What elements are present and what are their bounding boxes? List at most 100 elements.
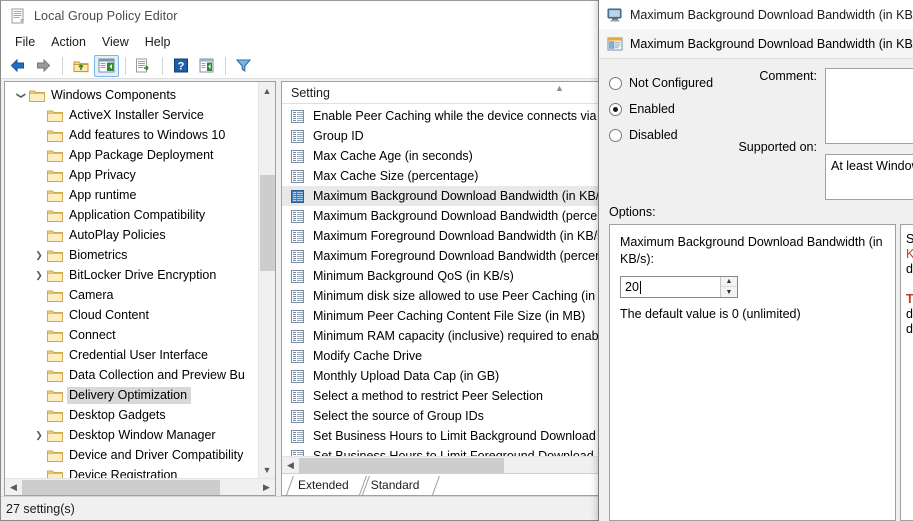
settings-list-row-label: Max Cache Age (in seconds) (313, 149, 473, 163)
tree-item[interactable]: ❯ Desktop Window Manager (5, 425, 258, 445)
tree-item[interactable]: Desktop Gadgets (5, 405, 258, 425)
tree-item[interactable]: ❯ Biometrics (5, 245, 258, 265)
settings-list-row-label: Maximum Background Download Bandwidth (p… (313, 209, 633, 223)
tree-item[interactable]: ❯ BitLocker Drive Encryption (5, 265, 258, 285)
tree-horizontal-scrollbar[interactable]: ◀ ▶ (5, 478, 275, 495)
comment-textarea[interactable] (825, 68, 913, 144)
radio-disabled-icon[interactable] (609, 128, 622, 142)
list-hscroll-thumb[interactable] (299, 457, 504, 473)
chevron-right-icon[interactable]: ❯ (31, 430, 47, 441)
tree-item[interactable]: AutoPlay Policies (5, 225, 258, 245)
tree-item[interactable]: Device and Driver Compatibility (5, 445, 258, 465)
toolbar-separator-1 (62, 56, 63, 75)
folder-icon (47, 189, 65, 202)
tree-hscroll-left-icon[interactable]: ◀ (5, 479, 22, 496)
tree-item[interactable]: Connect (5, 325, 258, 345)
export-list-icon[interactable] (131, 55, 156, 77)
menu-view[interactable]: View (95, 33, 138, 52)
tree-item[interactable]: Cloud Content (5, 305, 258, 325)
radio-not-configured-icon[interactable] (609, 76, 622, 90)
policy-setting-icon (291, 169, 307, 183)
supported-on-textarea[interactable]: At least Windows (825, 154, 913, 200)
properties-icon[interactable] (194, 55, 219, 77)
radio-not-configured[interactable]: Not Configured (609, 70, 727, 96)
tree-item[interactable]: Delivery Optimization (5, 385, 258, 405)
tree-item[interactable]: App Privacy (5, 165, 258, 185)
tree-item[interactable]: Device Registration (5, 465, 258, 478)
monitor-icon (607, 7, 623, 23)
menu-action[interactable]: Action (44, 33, 95, 52)
radio-enabled-icon[interactable] (609, 102, 622, 116)
radio-disabled-label: Disabled (629, 128, 678, 142)
forward-icon[interactable] (31, 55, 56, 77)
tree-item[interactable]: Camera (5, 285, 258, 305)
tree-item-label: Device Registration (69, 467, 178, 479)
tree-item[interactable]: Add features to Windows 10 (5, 125, 258, 145)
options-label: Options: (609, 205, 656, 219)
tree-hscroll-right-icon[interactable]: ▶ (258, 479, 275, 496)
settings-list-row-label: Monthly Upload Data Cap (in GB) (313, 369, 500, 383)
settings-list-row-label: Modify Cache Drive (313, 349, 423, 363)
bandwidth-spinner[interactable]: 20 ▲ ▼ (620, 276, 738, 298)
show-hide-console-tree-icon[interactable] (94, 54, 119, 77)
folder-icon (47, 409, 65, 422)
tree-item-label: Windows Components (51, 87, 177, 102)
settings-list-row-label: Minimum Background QoS (in KB/s) (313, 269, 514, 283)
back-icon[interactable] (5, 55, 30, 77)
folder-icon (47, 169, 65, 182)
tree-item[interactable]: Data Collection and Preview Bu (5, 365, 258, 385)
up-one-level-icon[interactable] (68, 55, 93, 77)
tree-hscroll-thumb[interactable] (22, 479, 220, 495)
policy-setting-icon (291, 229, 307, 243)
radio-enabled[interactable]: Enabled (609, 96, 727, 122)
console-tree-pane: ❯ Windows Components ActiveX Installer Ser… (4, 81, 276, 496)
list-hscroll-left-icon[interactable]: ◀ (282, 457, 299, 474)
bandwidth-input[interactable]: 20 (621, 277, 720, 297)
sort-ascending-icon: ▲ (555, 82, 564, 93)
tree-item-label: Credential User Interface (69, 347, 208, 362)
spinner-down-icon[interactable]: ▼ (721, 287, 737, 297)
help-line-5: T (906, 292, 913, 306)
tree-item[interactable]: App Package Deployment (5, 145, 258, 165)
dialog-panels: Maximum Background Download Bandwidth (i… (599, 224, 913, 521)
policy-state-radio-group: Not Configured Enabled Disabled (609, 68, 727, 200)
policy-setting-icon (291, 269, 307, 283)
settings-list-row-label: Minimum disk size allowed to use Peer Ca… (313, 289, 621, 303)
policy-setting-icon (291, 129, 307, 143)
tree-item-label: BitLocker Drive Encryption (69, 267, 217, 282)
tree-item[interactable]: ❯ Windows Components (5, 85, 258, 105)
tree-item-label: Connect (69, 327, 116, 342)
chevron-down-icon[interactable]: ❯ (16, 87, 27, 103)
tree-vertical-scrollbar[interactable]: ▲ ▼ (258, 82, 275, 478)
tree-hscroll-track[interactable] (22, 479, 258, 496)
dialog-field-inputs: At least Windows (825, 68, 913, 200)
folder-icon (47, 389, 65, 402)
menu-file[interactable]: File (8, 33, 44, 52)
chevron-right-icon[interactable]: ❯ (31, 250, 47, 261)
tree-scroll-track[interactable] (259, 99, 276, 461)
tree-item[interactable]: Credential User Interface (5, 345, 258, 365)
statusbar-text: 27 setting(s) (6, 501, 75, 516)
tree-item-label: Data Collection and Preview Bu (69, 367, 245, 382)
help-icon[interactable]: ? (168, 55, 193, 77)
console-tree-body: ❯ Windows Components ActiveX Installer Ser… (5, 82, 275, 478)
settings-list-row-label: Enable Peer Caching while the device con… (313, 109, 626, 123)
tree-scroll-thumb[interactable] (259, 175, 275, 271)
tree-item-label: Cloud Content (69, 307, 149, 322)
chevron-right-icon[interactable]: ❯ (31, 270, 47, 281)
tab-standard[interactable]: Standard (359, 476, 434, 495)
menu-help[interactable]: Help (138, 33, 180, 52)
tree-item[interactable]: ActiveX Installer Service (5, 105, 258, 125)
tab-extended[interactable]: Extended (286, 476, 363, 495)
spinner-up-icon[interactable]: ▲ (721, 277, 737, 287)
tree-scroll-up-icon[interactable]: ▲ (258, 82, 275, 99)
help-line-2: K (906, 247, 913, 262)
tree-item[interactable]: App runtime (5, 185, 258, 205)
tree-scroll-down-icon[interactable]: ▼ (258, 461, 275, 478)
help-panel[interactable]: S K d T d d (900, 224, 913, 521)
spinner-buttons[interactable]: ▲ ▼ (720, 277, 737, 297)
tree-item[interactable]: Application Compatibility (5, 205, 258, 225)
filter-icon[interactable] (231, 55, 256, 77)
radio-disabled[interactable]: Disabled (609, 122, 727, 148)
folder-icon (47, 469, 65, 478)
